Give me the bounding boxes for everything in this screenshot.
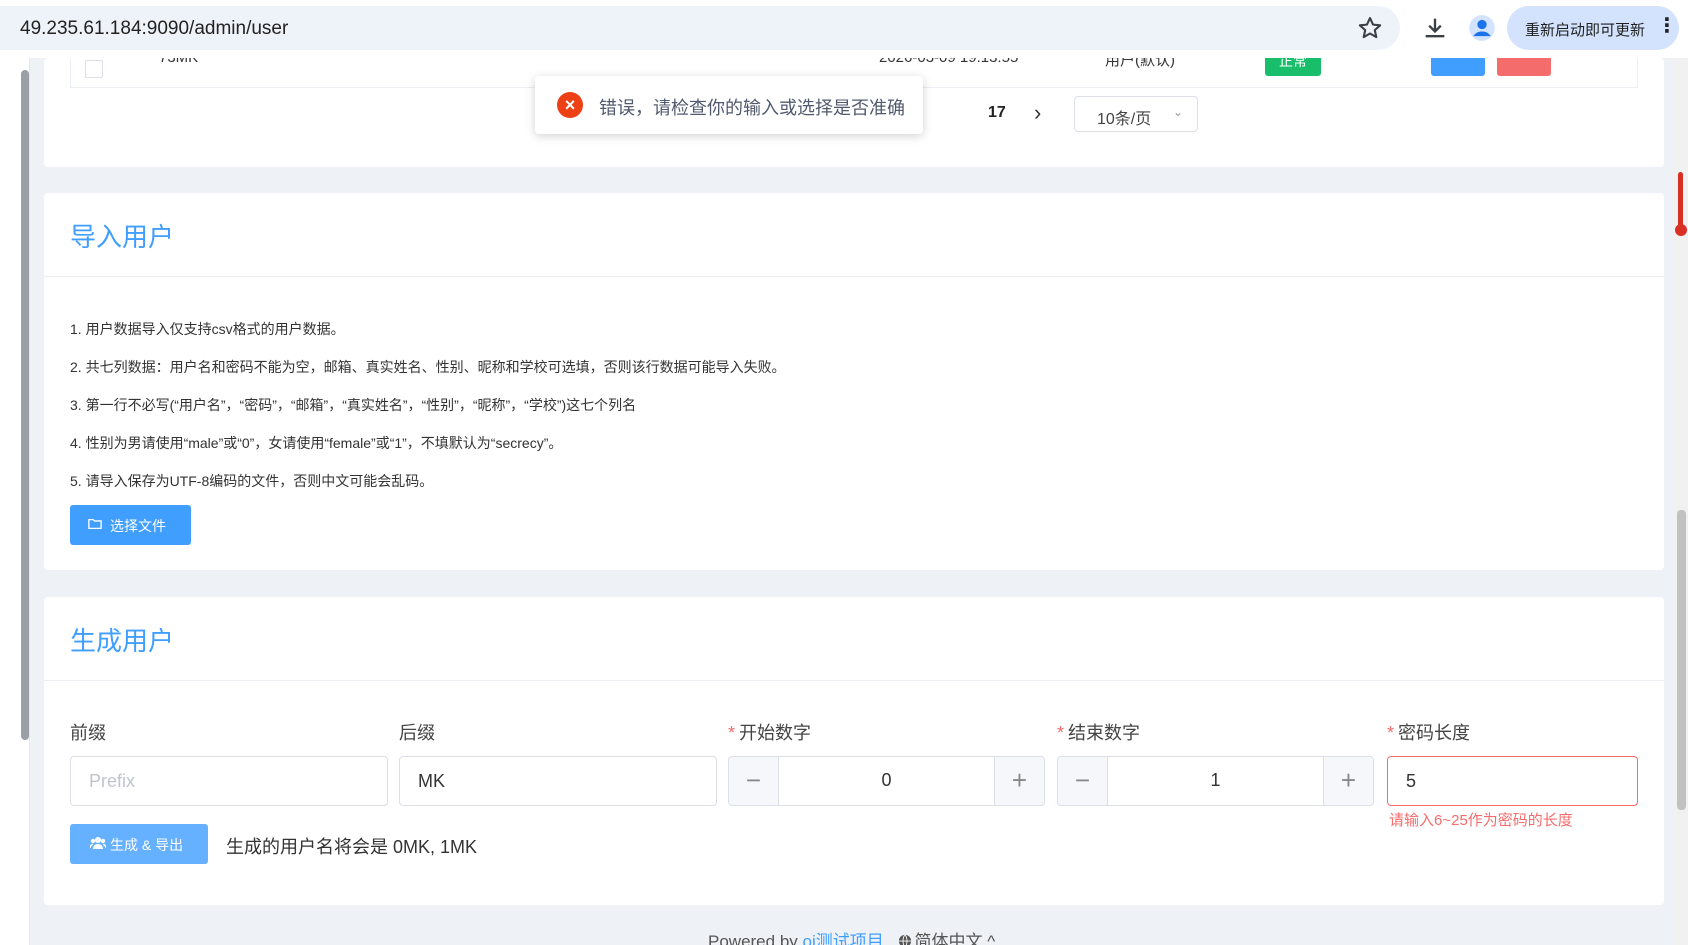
card-header: 导入用户	[44, 193, 1664, 277]
page-size-select[interactable]: 10条/页 ⌄	[1074, 96, 1198, 132]
cell-type: 用户(默认)	[1105, 58, 1175, 69]
import-notes: 1. 用户数据导入仅支持csv格式的用户数据。 2. 共七列数据：用户名和密码不…	[70, 319, 786, 509]
suffix-label: 后缀	[399, 723, 435, 743]
end-number-label-text: 结束数字	[1068, 723, 1141, 743]
page-scrollbar-thumb[interactable]	[1677, 510, 1686, 810]
sidebar-scrollbar[interactable]	[21, 70, 29, 740]
prefix-input[interactable]: Prefix	[70, 756, 388, 806]
download-icon[interactable]	[1421, 14, 1449, 42]
suffix-value: MK	[418, 771, 445, 791]
browser-menu-icon[interactable]: ⋮	[1657, 16, 1677, 36]
prefix-placeholder: Prefix	[89, 771, 136, 791]
password-length-label: * 密码长度	[1387, 719, 1470, 745]
end-number-label: * 结束数字	[1057, 719, 1140, 745]
browser-toolbar: 49.235.61.184:9090/admin/user 重新启动即可更新 ⋮	[0, 0, 1688, 58]
import-title: 导入用户	[70, 222, 175, 252]
decrement-button[interactable]: −	[729, 757, 779, 805]
required-mark: *	[728, 723, 736, 743]
cell-username: 73MK	[159, 58, 198, 66]
password-length-error: 请输入6~25作为密码的长度	[1389, 812, 1573, 829]
import-users-card: 导入用户 1. 用户数据导入仅支持csv格式的用户数据。 2. 共七列数据：用户…	[44, 193, 1664, 570]
error-icon: ×	[557, 92, 583, 118]
edit-button[interactable]	[1431, 58, 1485, 76]
select-file-label: 选择文件	[110, 518, 166, 534]
delete-button[interactable]	[1497, 58, 1551, 76]
generate-export-label: 生成 & 导出	[110, 837, 184, 853]
required-mark: *	[1057, 723, 1065, 743]
users-icon	[90, 837, 106, 849]
scroll-marker	[1678, 172, 1683, 232]
end-number-value[interactable]: 1	[1108, 770, 1323, 791]
start-number-label-text: 开始数字	[739, 723, 812, 743]
chevron-down-icon: ⌄	[1173, 105, 1184, 119]
generate-users-card: 生成用户 前缀 Prefix 后缀 MK * 开始数字 − 0 + * 结束数字 −…	[44, 597, 1664, 905]
import-note: 2. 共七列数据：用户名和密码不能为空，邮箱、真实姓名、性别、昵称和学校可选填，…	[70, 359, 786, 375]
relaunch-to-update-button[interactable]: 重新启动即可更新 ⋮	[1507, 6, 1679, 50]
generate-hint: 生成的用户名将会是 0MK, 1MK	[226, 837, 478, 857]
end-number-stepper[interactable]: − 1 +	[1057, 756, 1374, 806]
project-link[interactable]: oj测试项目	[803, 932, 884, 945]
suffix-input[interactable]: MK	[399, 756, 717, 806]
password-length-label-text: 密码长度	[1398, 723, 1471, 743]
required-mark: *	[1387, 723, 1395, 743]
increment-button[interactable]: +	[994, 757, 1044, 805]
page-size-value: 10条/页	[1097, 111, 1152, 128]
pager-current-page[interactable]: 17	[988, 104, 1006, 122]
pager-next-icon[interactable]: ›	[1034, 100, 1041, 126]
increment-button[interactable]: +	[1323, 757, 1373, 805]
footer: Powered by oj测试项目 简体中文 ^	[708, 927, 995, 945]
start-number-value[interactable]: 0	[779, 770, 994, 791]
select-file-button[interactable]: 选择文件	[70, 505, 191, 545]
generate-title: 生成用户	[70, 626, 175, 656]
prefix-label: 前缀	[70, 723, 106, 743]
powered-by-text: Powered by	[708, 932, 798, 945]
profile-icon[interactable]	[1468, 14, 1496, 42]
relaunch-label: 重新启动即可更新	[1525, 22, 1646, 39]
import-note: 3. 第一行不必写(“用户名”，“密码”，“邮箱”，“真实姓名”，“性别”，“昵…	[70, 397, 637, 413]
cell-created: 2026-03-09 19:13:55	[879, 58, 1018, 66]
row-checkbox[interactable]	[85, 60, 103, 78]
import-note: 4. 性别为男请使用“male”或“0”，女请使用“female”或“1”，不填…	[70, 435, 563, 451]
language-switcher[interactable]: 简体中文	[914, 932, 982, 945]
globe-icon	[899, 934, 912, 945]
generate-export-button[interactable]: 生成 & 导出	[70, 824, 208, 864]
status-badge: 正常	[1265, 58, 1321, 76]
address-bar[interactable]: 49.235.61.184:9090/admin/user	[0, 6, 1400, 50]
url-text[interactable]: 49.235.61.184:9090/admin/user	[20, 18, 288, 40]
error-toast: × 错误，请检查你的输入或选择是否准确	[535, 76, 923, 134]
card-header: 生成用户	[44, 597, 1664, 681]
bookmark-star-icon[interactable]	[1356, 14, 1384, 42]
password-length-input[interactable]: 5	[1387, 756, 1638, 806]
import-note: 5. 请导入保存为UTF-8编码的文件，否则中文可能会乱码。	[70, 473, 434, 489]
password-length-value: 5	[1406, 771, 1417, 791]
start-number-stepper[interactable]: − 0 +	[728, 756, 1045, 806]
import-note: 1. 用户数据导入仅支持csv格式的用户数据。	[70, 321, 345, 337]
start-number-label: * 开始数字	[728, 719, 811, 745]
folder-open-icon	[88, 518, 102, 530]
chevron-up-icon[interactable]: ^	[987, 932, 995, 945]
toast-message: 错误，请检查你的输入或选择是否准确	[599, 98, 905, 118]
scroll-marker-dot	[1675, 224, 1687, 236]
decrement-button[interactable]: −	[1058, 757, 1108, 805]
